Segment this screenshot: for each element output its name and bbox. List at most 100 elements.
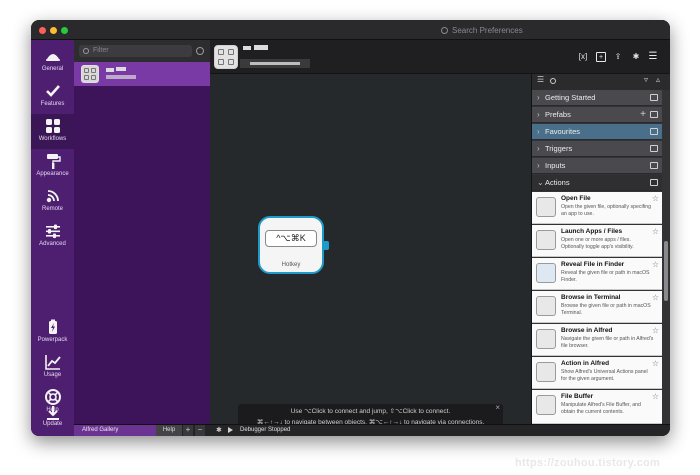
star-icon[interactable]: ☆ bbox=[652, 326, 659, 335]
sidebar-item-general[interactable]: General bbox=[31, 44, 74, 79]
alfred-hat-icon bbox=[536, 329, 556, 349]
category-actions[interactable]: ⌄ Actions bbox=[532, 175, 662, 191]
remove-workflow-button[interactable]: − bbox=[194, 425, 205, 436]
redacted-text bbox=[254, 45, 268, 50]
action-title: Launch Apps / Files bbox=[561, 228, 623, 235]
action-description: Open the given file, optionally specifin… bbox=[561, 204, 651, 217]
category-prefabs[interactable]: › Prefabs + bbox=[532, 107, 662, 123]
alfred-gallery-button[interactable]: Alfred Gallery bbox=[74, 425, 156, 436]
sidebar-item-label: Workflows bbox=[38, 136, 67, 142]
action-item[interactable]: Browse in Terminal Browse the given file … bbox=[532, 291, 662, 323]
hint-line-1: Use ⌥Click to connect and jump, ⇧⌥Click … bbox=[290, 408, 451, 415]
star-icon[interactable]: ☆ bbox=[652, 227, 659, 236]
filter-placeholder: Filter bbox=[93, 47, 109, 54]
list-icon[interactable] bbox=[650, 145, 658, 152]
node-output-connector[interactable] bbox=[323, 241, 329, 250]
hotkey-trigger-node[interactable]: ^⌥⌘K Hotkey bbox=[258, 216, 324, 274]
sidebar-item-update[interactable]: Update bbox=[31, 406, 74, 436]
sidebar-item-workflows[interactable]: Workflows bbox=[31, 114, 74, 149]
preferences-sidebar: General Features Workflows Appearance Re… bbox=[31, 40, 74, 436]
search-icon[interactable] bbox=[550, 78, 556, 84]
objects-panel-scrollbar[interactable] bbox=[664, 241, 668, 301]
list-icon[interactable] bbox=[650, 111, 658, 118]
category-label: Getting Started bbox=[545, 93, 596, 102]
file-buffer-icon bbox=[536, 395, 556, 415]
action-description: Reveal the given file or path in macOS F… bbox=[561, 270, 650, 283]
category-label: Favourites bbox=[545, 127, 581, 136]
play-icon[interactable] bbox=[228, 427, 233, 433]
redacted-text bbox=[116, 67, 126, 71]
category-triggers[interactable]: › Triggers bbox=[532, 141, 662, 157]
sidebar-item-features[interactable]: Features bbox=[31, 79, 74, 114]
sidebar-item-remote[interactable]: Remote bbox=[31, 184, 74, 219]
filter-input[interactable]: Filter bbox=[79, 45, 192, 57]
action-title: Reveal File in Finder bbox=[561, 261, 625, 268]
sidebar-item-label: Appearance bbox=[36, 171, 69, 177]
paint-roller-icon bbox=[46, 154, 61, 169]
action-item[interactable]: File Buffer Manipulate Alfred's File Buff… bbox=[532, 390, 662, 424]
list-icon[interactable]: ☰ bbox=[537, 75, 544, 84]
workflow-list: Filter bbox=[74, 40, 210, 436]
objects-panel-header: ☰ ▿ ▵ bbox=[532, 74, 670, 90]
category-inputs[interactable]: › Inputs bbox=[532, 158, 662, 174]
minimize-window-button[interactable] bbox=[50, 27, 57, 34]
chevron-up-icon[interactable]: ▵ bbox=[656, 75, 660, 84]
universal-action-icon bbox=[536, 362, 556, 382]
action-title: Browse in Alfred bbox=[561, 327, 613, 334]
sidebar-item-label: General bbox=[41, 66, 64, 72]
workflow-canvas[interactable]: ^⌥⌘K Hotkey Use ⌥Click to connect and ju… bbox=[210, 40, 531, 430]
sidebar-item-usage[interactable]: Usage bbox=[31, 350, 74, 385]
objects-panel: ☰ ▿ ▵ › Getting Started › Prefabs + › Favour… bbox=[531, 74, 670, 424]
star-icon[interactable]: ☆ bbox=[652, 359, 659, 368]
close-window-button[interactable] bbox=[39, 27, 46, 34]
chevron-right-icon: › bbox=[537, 161, 540, 170]
add-icon[interactable]: + bbox=[640, 107, 646, 122]
star-icon[interactable]: ☆ bbox=[652, 194, 659, 203]
category-favourites[interactable]: › Favourites bbox=[532, 124, 662, 140]
debug-bug-icon[interactable]: ✱ bbox=[216, 427, 223, 434]
action-item[interactable]: Browse in Alfred Navigate the given file … bbox=[532, 324, 662, 356]
search-preferences-field[interactable]: Search Preferences bbox=[441, 24, 667, 37]
redacted-text bbox=[106, 75, 136, 79]
share-icon[interactable]: ⇪ bbox=[613, 52, 623, 62]
action-item[interactable]: Reveal File in Finder Reveal the given fi… bbox=[532, 258, 662, 290]
sidebar-item-label: Update bbox=[42, 421, 63, 427]
sidebar-item-advanced[interactable]: Advanced bbox=[31, 219, 74, 254]
sidebar-item-label: Features bbox=[40, 101, 65, 107]
list-icon[interactable] bbox=[650, 162, 658, 169]
list-icon[interactable] bbox=[650, 94, 658, 101]
sidebar-item-powerpack[interactable]: Powerpack bbox=[31, 315, 74, 350]
chevron-down-icon: ⌄ bbox=[537, 178, 544, 187]
sidebar-item-appearance[interactable]: Appearance bbox=[31, 149, 74, 184]
add-workflow-button[interactable]: + bbox=[182, 425, 193, 436]
bottom-bar: Alfred Gallery Help + − ✱ Debugger Stopp… bbox=[74, 424, 670, 436]
add-object-icon[interactable]: + bbox=[596, 52, 606, 62]
star-icon[interactable]: ☆ bbox=[652, 260, 659, 269]
chevron-down-icon[interactable]: ▿ bbox=[644, 75, 648, 84]
clock-icon[interactable] bbox=[196, 47, 204, 55]
star-icon[interactable]: ☆ bbox=[652, 293, 659, 302]
workflow-list-item[interactable] bbox=[74, 62, 210, 86]
help-button[interactable]: Help bbox=[156, 425, 182, 436]
action-description: Browse the given file or path in macOS T… bbox=[561, 303, 651, 316]
filter-bar: Filter bbox=[74, 40, 210, 62]
action-item[interactable]: Action in Alfred Show Alfred's Universal … bbox=[532, 357, 662, 389]
close-icon[interactable]: × bbox=[495, 402, 500, 413]
watermark: https://zouhou.tistory.com bbox=[515, 457, 661, 469]
category-label: Inputs bbox=[545, 161, 566, 170]
node-label: Hotkey bbox=[281, 262, 301, 268]
action-title: File Buffer bbox=[561, 393, 594, 400]
category-getting-started[interactable]: › Getting Started bbox=[532, 90, 662, 106]
chevron-right-icon: › bbox=[537, 110, 540, 119]
zoom-window-button[interactable] bbox=[61, 27, 68, 34]
list-icon[interactable] bbox=[650, 179, 658, 186]
debugger-status: Debugger Stopped bbox=[240, 427, 291, 433]
star-icon[interactable]: ☆ bbox=[652, 392, 659, 401]
action-item[interactable]: Launch Apps / Files Open one or more apps… bbox=[532, 225, 662, 257]
workflow-icon[interactable] bbox=[214, 45, 238, 69]
panel-toggle-icon[interactable]: ☰ bbox=[648, 52, 658, 62]
list-icon[interactable] bbox=[650, 128, 658, 135]
variables-icon[interactable]: [x] bbox=[578, 52, 588, 62]
action-item[interactable]: Open File Open the given file, optionally… bbox=[532, 192, 662, 224]
debug-bug-icon[interactable]: ✱ bbox=[631, 52, 641, 62]
